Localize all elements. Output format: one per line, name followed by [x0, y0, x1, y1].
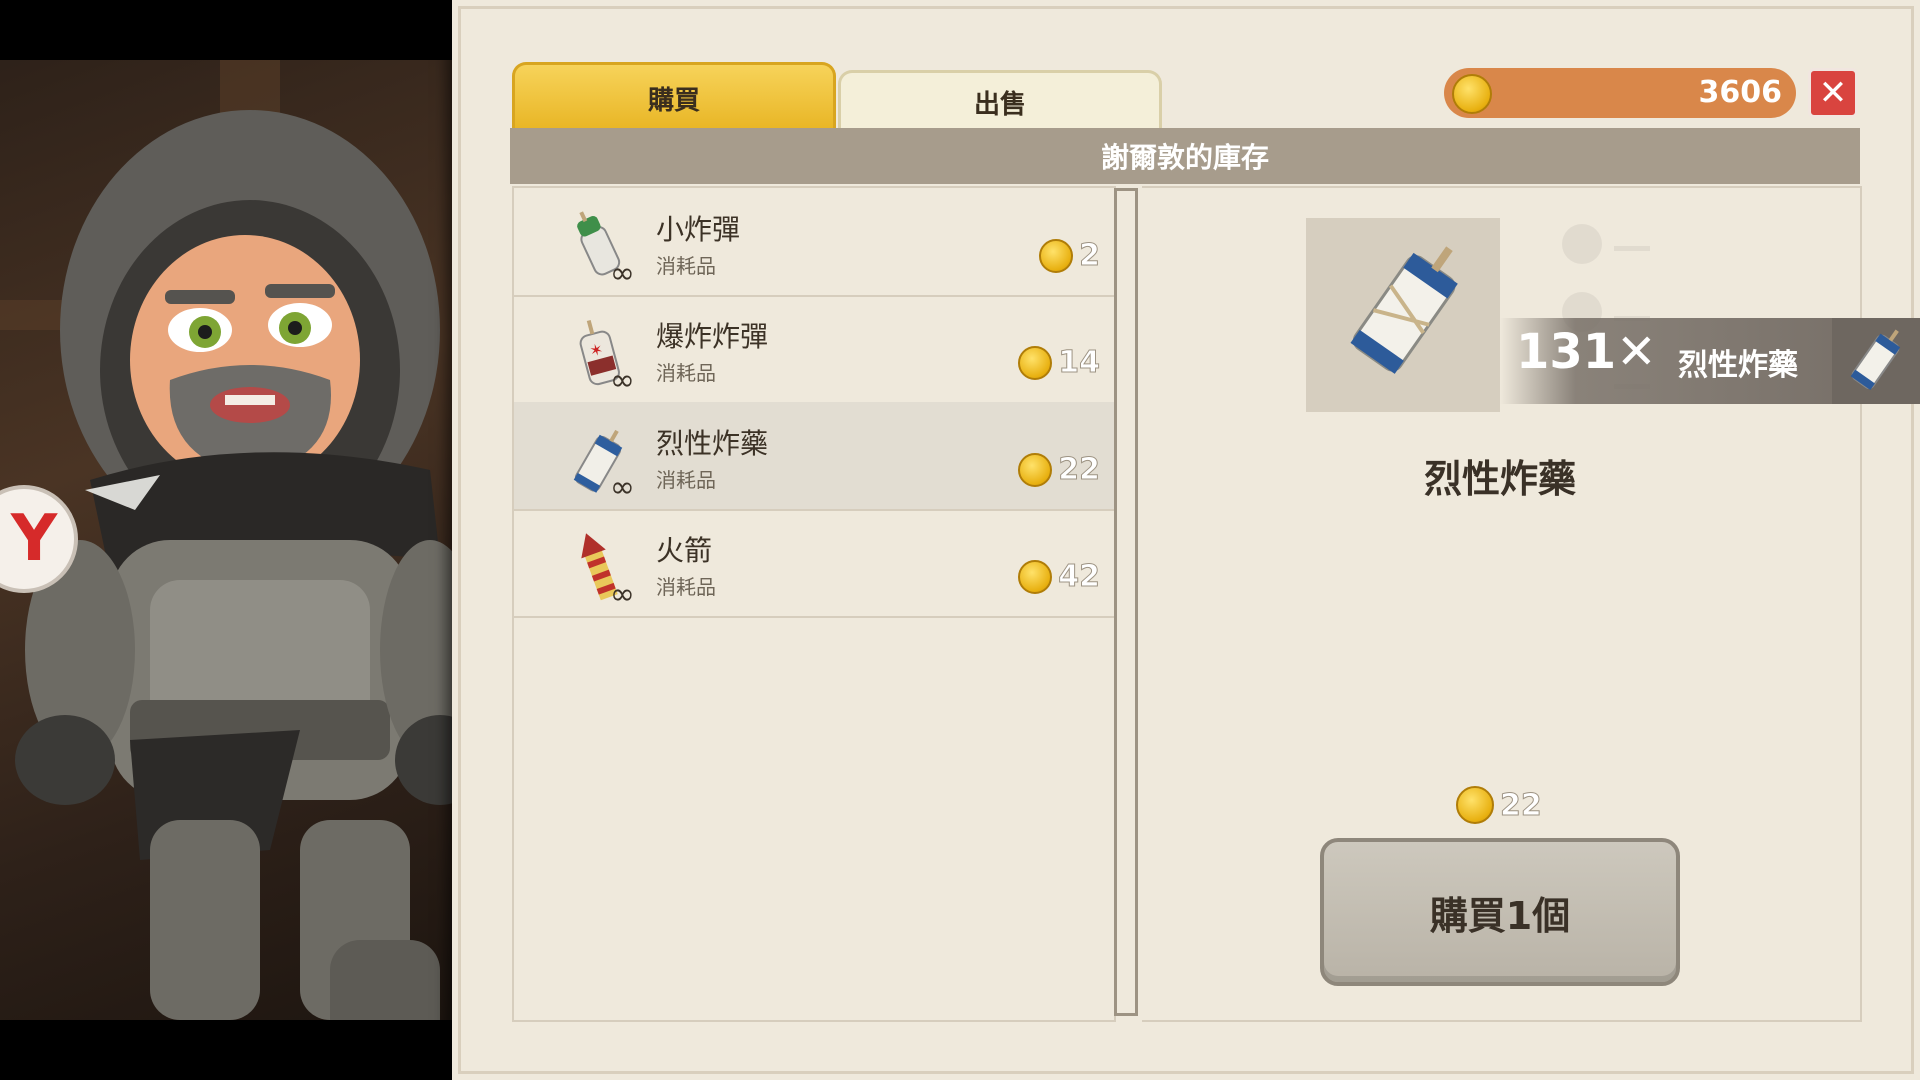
tab-buy-label: 購買 [647, 85, 700, 116]
item-price-value: 14 [1058, 345, 1101, 381]
item-type: 消耗品 [656, 468, 716, 492]
list-item[interactable]: ∞ 火箭 消耗品 42 [514, 509, 1114, 618]
item-price: 42 [1018, 559, 1101, 595]
tab-sell[interactable]: 出售 [838, 70, 1162, 131]
list-item[interactable]: ∞ 小炸彈 消耗品 2 [514, 188, 1114, 297]
gold-coin-icon [1039, 238, 1074, 273]
infinite-stock-icon: ∞ [610, 470, 635, 505]
item-list: ∞ 小炸彈 消耗品 2 ✶ ∞ 爆炸炸彈 消耗品 14 ∞ 烈性炸藥 消耗品 2… [512, 186, 1116, 1022]
gold-coin-icon [1018, 559, 1053, 594]
buy-one-label: 購買1個 [1429, 893, 1571, 938]
stock-title: 謝爾敦的庫存 [1100, 141, 1269, 174]
character-scene: Y [0, 0, 460, 1080]
stock-header: 謝爾敦的庫存 [510, 128, 1860, 184]
list-item[interactable]: ✶ ∞ 爆炸炸彈 消耗品 14 [514, 295, 1114, 404]
item-type: 消耗品 [656, 254, 716, 278]
currency-bar: 3606 [1444, 68, 1796, 118]
item-price-value: 42 [1058, 559, 1101, 595]
tab-buy[interactable]: 購買 [512, 62, 836, 131]
toast-quantity: 131✕ [1516, 324, 1657, 380]
item-price: 2 [1039, 238, 1101, 274]
item-price: 22 [1018, 452, 1101, 488]
close-icon: ✕ [1818, 73, 1848, 113]
infinite-stock-icon: ∞ [610, 256, 635, 291]
infinite-stock-icon: ∞ [610, 363, 635, 398]
detail-item-name: 烈性炸藥 [1423, 457, 1576, 501]
item-price-value: 2 [1079, 238, 1101, 274]
tab-sell-label: 出售 [973, 89, 1026, 120]
close-button[interactable]: ✕ [1808, 68, 1858, 118]
item-name: 火箭 [656, 534, 713, 567]
toast-item-name: 烈性炸藥 [1678, 348, 1798, 383]
buy-one-button[interactable]: 購買1個 [1320, 838, 1680, 986]
list-item[interactable]: ∞ 烈性炸藥 消耗品 22 [514, 402, 1114, 511]
item-price: 14 [1018, 345, 1101, 381]
page-dash [1614, 246, 1650, 251]
badge-glyph: Y [10, 502, 58, 576]
item-price-value: 22 [1058, 452, 1101, 488]
strong-explosive-icon [1850, 329, 1901, 391]
toast-item-icon [1832, 318, 1920, 404]
list-scrollbar[interactable] [1114, 188, 1138, 1016]
page-dot[interactable] [1562, 224, 1602, 264]
gold-coin-icon [1456, 786, 1494, 824]
gold-coin-icon [1018, 452, 1053, 487]
item-type: 消耗品 [656, 575, 716, 599]
strong-explosive-icon [1350, 246, 1458, 374]
buy-price: 22 [1456, 786, 1542, 824]
inventory-toast: 131✕ 烈性炸藥 [1500, 318, 1920, 404]
item-name: 烈性炸藥 [656, 427, 769, 460]
gold-coin-icon [1452, 74, 1492, 114]
currency-amount: 3606 [1698, 75, 1783, 110]
item-name: 小炸彈 [656, 213, 741, 246]
letterbox-bottom [0, 1020, 460, 1080]
item-preview [1306, 218, 1500, 412]
buy-price-value: 22 [1500, 787, 1543, 823]
item-name: 爆炸炸彈 [656, 320, 769, 353]
item-type: 消耗品 [656, 361, 716, 385]
infinite-stock-icon: ∞ [610, 577, 635, 612]
gold-coin-icon [1018, 345, 1053, 380]
